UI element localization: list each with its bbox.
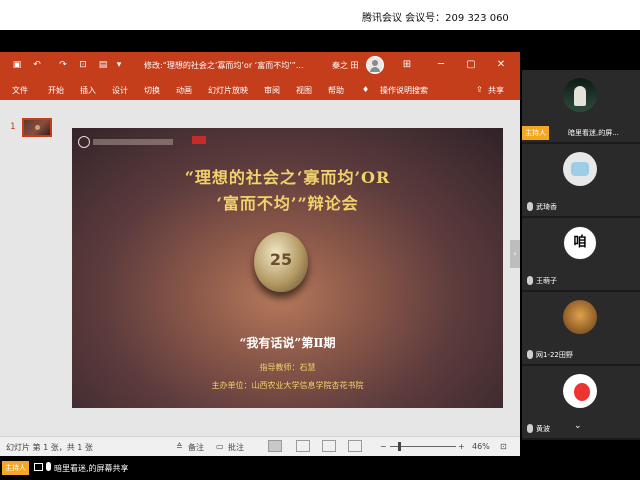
avatar xyxy=(563,78,597,112)
share-icon: ⇪ xyxy=(476,85,483,94)
tab-help[interactable]: 帮助 xyxy=(328,85,344,96)
slideshow-view-button[interactable] xyxy=(348,440,362,452)
zoom-in-button[interactable]: + xyxy=(458,442,465,451)
notes-button[interactable]: 备注 xyxy=(188,442,204,453)
participant-name: 王萌子 xyxy=(536,277,557,285)
present-icon[interactable]: ⊡ xyxy=(76,58,90,72)
participant-tile[interactable]: 网1-22田野 xyxy=(522,292,640,364)
avatar xyxy=(563,300,597,334)
participant-tile[interactable]: 武琦香 xyxy=(522,144,640,216)
participant-name: 武琦香 xyxy=(536,203,557,211)
tab-home[interactable]: 开始 xyxy=(48,85,64,96)
slide-title-line1: “理想的社会之‘寡而均’OR xyxy=(184,168,391,187)
notes-icon: ≙ xyxy=(176,442,183,451)
slide-subtitle: “我有话说”第Ⅱ期 xyxy=(239,336,336,350)
college-badge xyxy=(192,136,206,144)
mic-icon xyxy=(527,424,533,433)
participant-tile[interactable]: 咱 王萌子 xyxy=(522,218,640,290)
tab-insert[interactable]: 插入 xyxy=(80,85,96,96)
slide-canvas: “理想的社会之‘寡而均’OR ‘富而不均’”辩论会 “我有话说”第Ⅱ期 指导教师… xyxy=(62,100,520,436)
screen-share-icon xyxy=(34,463,43,471)
tab-file[interactable]: 文件 xyxy=(12,85,28,96)
layout-icon[interactable]: ▤ xyxy=(96,58,110,72)
minimize-button[interactable]: ─ xyxy=(434,58,448,72)
slide-teacher: 指导教师：石慧 xyxy=(259,363,316,372)
thumbnail-number: 1 xyxy=(10,122,16,132)
powerpoint-window: ▣ ↶ ↷ ⊡ ▤ ▾ 修改:“理想的社会之‘寡而均’or ‘富而不均’”...… xyxy=(0,52,520,456)
user-avatar[interactable] xyxy=(366,56,384,74)
dropdown-icon[interactable]: ▾ xyxy=(112,58,126,72)
avatar: 咱 xyxy=(563,226,597,260)
participants-panel: 主持人 暗里看迷,的屏... 武琦香 咱 王萌子 网1-22田野 黄波 xyxy=(522,70,640,440)
tab-transitions[interactable]: 切换 xyxy=(144,85,160,96)
user-name: 秦之 田 xyxy=(332,61,359,70)
meeting-info: 腾讯会议 会议号：209 323 060 xyxy=(362,13,509,24)
mic-icon xyxy=(527,276,533,285)
coin-image xyxy=(254,232,308,292)
status-bar: 幻灯片 第 1 张，共 1 张 ≙ 备注 ▭ 批注 − + 46% ⊡ xyxy=(0,436,520,456)
participant-name: 黄波 xyxy=(536,425,550,433)
comments-icon: ▭ xyxy=(216,442,224,451)
menu-bar: 文件 开始 插入 设计 切换 动画 幻灯片放映 审阅 视图 帮助 ♦ 操作说明搜… xyxy=(0,78,520,100)
scroll-handle[interactable]: › xyxy=(510,240,520,268)
zoom-slider-knob[interactable] xyxy=(398,442,401,451)
title-bar: ▣ ↶ ↷ ⊡ ▤ ▾ 修改:“理想的社会之‘寡而均’or ‘富而不均’”...… xyxy=(0,52,520,78)
participant-tile-host[interactable]: 主持人 暗里看迷,的屏... xyxy=(522,70,640,142)
fit-slide-icon[interactable]: ⊡ xyxy=(500,442,507,451)
slide-thumbnail-pane: 1 xyxy=(0,100,62,436)
undo-icon[interactable]: ↶ xyxy=(30,58,44,72)
participant-name: 网1-22田野 xyxy=(536,351,573,359)
avatar xyxy=(563,152,597,186)
share-status: 暗里看迷,的屏幕共享 xyxy=(54,464,129,473)
tab-animations[interactable]: 动画 xyxy=(176,85,192,96)
zoom-out-button[interactable]: − xyxy=(380,442,387,451)
tab-review[interactable]: 审阅 xyxy=(264,85,280,96)
sorter-view-button[interactable] xyxy=(296,440,310,452)
participant-name: 暗里看迷,的屏... xyxy=(568,129,619,137)
tell-me-search[interactable]: 操作说明搜索 xyxy=(380,85,428,96)
maximize-button[interactable]: ▢ xyxy=(464,58,478,72)
slide-thumbnail[interactable] xyxy=(22,118,52,137)
mic-icon xyxy=(527,202,533,211)
seal-icon xyxy=(78,136,90,148)
close-button[interactable]: ✕ xyxy=(494,58,508,72)
college-logo xyxy=(78,134,174,150)
screen: 腾讯会议 会议号：209 323 060 ▣ ↶ ↷ ⊡ ▤ ▾ 修改:“理想的… xyxy=(0,0,640,480)
mic-icon xyxy=(46,462,51,471)
slide-title-line2: ‘富而不均’”辩论会 xyxy=(216,194,359,213)
save-icon[interactable]: ▣ xyxy=(10,58,24,72)
chevron-down-icon[interactable]: ⌄ xyxy=(574,421,582,431)
meeting-top-bar: 腾讯会议 会议号：209 323 060 xyxy=(0,0,640,30)
zoom-level[interactable]: 46% xyxy=(472,442,490,451)
screen-share-bar: 主持人 暗里看迷,的屏幕共享 xyxy=(0,458,640,480)
host-tag: 主持人 xyxy=(522,126,549,140)
tab-view[interactable]: 视图 xyxy=(296,85,312,96)
normal-view-button[interactable] xyxy=(268,440,282,452)
tab-design[interactable]: 设计 xyxy=(112,85,128,96)
document-title: 修改:“理想的社会之‘寡而均’or ‘富而不均’”... xyxy=(144,61,304,70)
slide-host: 主办单位：山西农业大学信息学院杏花书院 xyxy=(211,381,364,390)
comments-button[interactable]: 批注 xyxy=(228,442,244,453)
mic-icon xyxy=(527,350,533,359)
reading-view-button[interactable] xyxy=(322,440,336,452)
share-button[interactable]: 共享 xyxy=(488,85,504,96)
slide[interactable]: “理想的社会之‘寡而均’OR ‘富而不均’”辩论会 “我有话说”第Ⅱ期 指导教师… xyxy=(72,128,503,408)
avatar xyxy=(563,374,597,408)
lightbulb-icon: ♦ xyxy=(362,85,370,94)
redo-icon[interactable]: ↷ xyxy=(56,58,70,72)
host-tag: 主持人 xyxy=(2,461,29,475)
tab-slideshow[interactable]: 幻灯片放映 xyxy=(208,85,248,96)
slide-count: 幻灯片 第 1 张，共 1 张 xyxy=(6,443,93,452)
ribbon-display-icon[interactable]: ⊞ xyxy=(400,58,414,72)
